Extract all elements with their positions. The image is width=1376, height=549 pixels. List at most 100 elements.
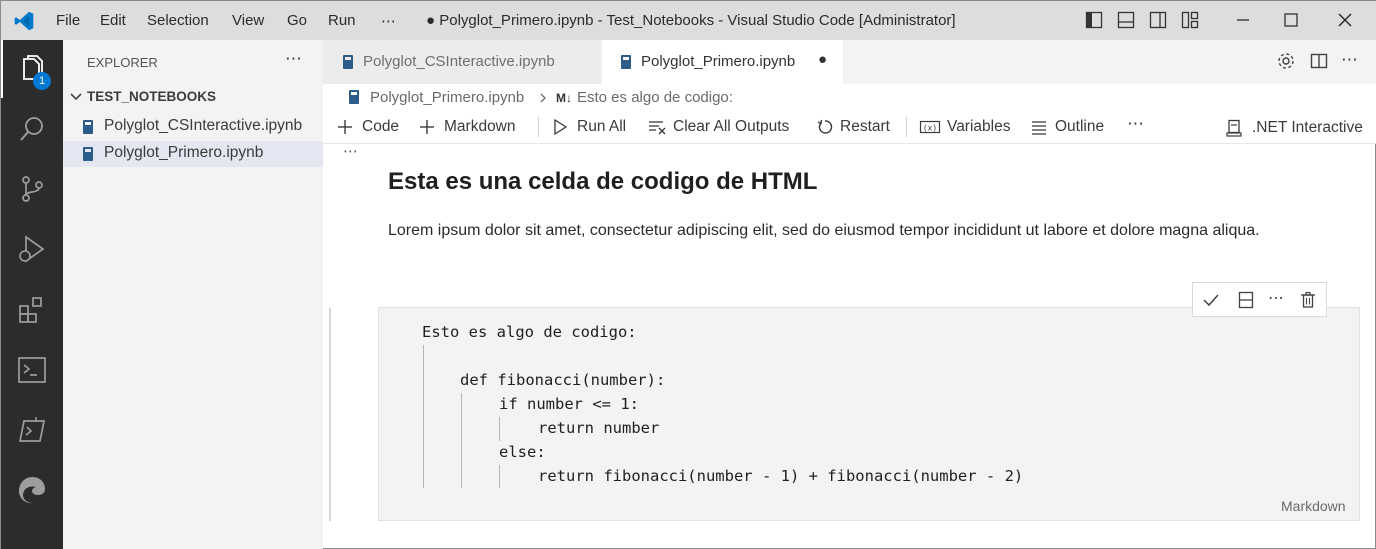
code-line: return fibonacci(number - 1) + fibonacci… xyxy=(538,467,1024,485)
plus-icon xyxy=(420,120,434,134)
check-icon[interactable] xyxy=(1201,290,1221,310)
outline-label: Outline xyxy=(1055,118,1105,135)
close-icon[interactable] xyxy=(1334,9,1356,31)
file-item-selected[interactable]: Polyglot_Primero.ipynb xyxy=(63,141,323,167)
explorer-more-button[interactable]: ⋯ xyxy=(285,49,302,69)
split-cell-icon[interactable] xyxy=(1236,290,1256,310)
restart-button[interactable]: Restart xyxy=(816,118,890,136)
source-control-icon[interactable] xyxy=(15,172,49,206)
title-bar: File Edit Selection View Go Run ⋯ ● Poly… xyxy=(1,1,1376,40)
modified-dot-icon[interactable]: ● xyxy=(818,51,827,68)
menu-selection[interactable]: Selection xyxy=(147,12,209,29)
markdown-icon: M↓ xyxy=(556,91,572,105)
activity-bar: 1 xyxy=(1,40,63,549)
svg-text:(x): (x) xyxy=(923,124,937,133)
plus-icon xyxy=(338,120,352,134)
explorer-sidebar: EXPLORER ⋯ TEST_NOTEBOOKS Polyglot_CSInt… xyxy=(63,40,323,549)
breadcrumb: Polyglot_Primero.ipynb M↓ Esto es algo d… xyxy=(323,84,1376,110)
indent-guide xyxy=(423,345,424,488)
settings-gear-icon[interactable] xyxy=(1276,51,1296,71)
tab-label: Polyglot_Primero.ipynb xyxy=(641,53,796,70)
folder-row[interactable]: TEST_NOTEBOOKS xyxy=(63,86,323,108)
toggle-panel-icon[interactable] xyxy=(1115,9,1137,31)
code-line: def fibonacci(number): xyxy=(460,371,666,389)
chevron-down-icon xyxy=(70,93,82,101)
file-item[interactable]: Polyglot_CSInteractive.ipynb xyxy=(63,114,323,140)
indent-guide xyxy=(461,393,462,488)
cell-language-indicator[interactable]: Markdown xyxy=(1281,498,1346,514)
add-markdown-cell-button[interactable]: Markdown xyxy=(418,118,516,136)
customize-layout-icon[interactable] xyxy=(1179,9,1201,31)
editor-more-actions[interactable]: ⋯ xyxy=(1341,50,1358,70)
clear-all-icon xyxy=(649,121,666,135)
notebook-file-icon xyxy=(83,147,93,161)
toolbar-more-button[interactable]: ⋯ xyxy=(1127,114,1144,134)
file-name: Polyglot_CSInteractive.ipynb xyxy=(104,117,303,134)
cell-paragraph: Lorem ipsum dolor sit amet, consectetur … xyxy=(388,222,1260,239)
menu-go[interactable]: Go xyxy=(287,12,307,29)
outline-button[interactable]: Outline xyxy=(1030,118,1104,136)
kernel-picker[interactable]: .NET Interactive xyxy=(1224,118,1363,138)
minimize-icon[interactable] xyxy=(1232,9,1254,31)
chevron-right-icon xyxy=(540,93,546,103)
file-name: Polyglot_Primero.ipynb xyxy=(104,144,264,161)
menu-run[interactable]: Run xyxy=(328,12,356,29)
cell-heading: Esta es una celda de codigo de HTML xyxy=(388,168,818,195)
code-line: return number xyxy=(538,419,660,437)
breadcrumb-section[interactable]: Esto es algo de codigo: xyxy=(577,89,733,106)
toggle-primary-sidebar-icon[interactable] xyxy=(1083,9,1105,31)
menu-file[interactable]: File xyxy=(56,12,80,29)
variables-label: Variables xyxy=(947,118,1011,135)
breadcrumb-file[interactable]: Polyglot_Primero.ipynb xyxy=(370,89,524,106)
menu-more[interactable]: ⋯ xyxy=(381,12,396,30)
notebook-file-icon xyxy=(83,120,93,134)
window-title: ● Polyglot_Primero.ipynb - Test_Notebook… xyxy=(426,12,956,29)
restart-icon xyxy=(817,119,833,134)
indent-guide xyxy=(499,417,500,441)
menu-edit[interactable]: Edit xyxy=(100,12,126,29)
remote-explorer-icon[interactable] xyxy=(15,413,49,447)
editor-tabs: Polyglot_CSInteractive.ipynb Polyglot_Pr… xyxy=(323,40,1376,84)
kernel-label: .NET Interactive xyxy=(1252,119,1363,136)
split-editor-icon[interactable] xyxy=(1309,51,1329,71)
run-debug-icon[interactable] xyxy=(15,232,49,266)
explorer-header: EXPLORER xyxy=(87,55,158,70)
run-all-icon xyxy=(554,118,568,136)
toolbar-divider xyxy=(906,117,907,137)
clear-all-label: Clear All Outputs xyxy=(673,118,790,135)
run-all-label: Run All xyxy=(577,118,627,135)
delete-trash-icon[interactable] xyxy=(1298,290,1318,310)
tab-polyglot-csinteractive[interactable]: Polyglot_CSInteractive.ipynb xyxy=(323,40,602,84)
outline-list-icon xyxy=(1032,121,1046,135)
notebook-file-icon xyxy=(349,90,359,104)
folder-name: TEST_NOTEBOOKS xyxy=(87,89,217,104)
variables-icon: (x) xyxy=(919,120,941,134)
indent-guide xyxy=(499,465,500,488)
cell-more-actions[interactable]: ⋯ xyxy=(1268,288,1284,308)
add-code-cell-button[interactable]: Code xyxy=(336,118,399,136)
menu-view[interactable]: View xyxy=(232,12,264,29)
code-label: Code xyxy=(362,118,400,135)
extensions-icon[interactable] xyxy=(15,293,49,327)
toggle-secondary-sidebar-icon[interactable] xyxy=(1147,9,1169,31)
explorer-badge: 1 xyxy=(33,72,51,90)
cell-toolbar: ⋯ xyxy=(1192,282,1327,317)
variables-button[interactable]: (x) Variables xyxy=(919,118,1010,136)
code-line: if number <= 1: xyxy=(499,395,639,413)
clear-all-outputs-button[interactable]: Clear All Outputs xyxy=(647,118,789,136)
search-icon[interactable] xyxy=(15,112,49,146)
tab-polyglot-primero[interactable]: Polyglot_Primero.ipynb ● xyxy=(602,40,843,84)
cell-more-button[interactable]: ⋯ xyxy=(343,142,358,160)
tab-label: Polyglot_CSInteractive.ipynb xyxy=(363,53,555,70)
terminal-icon[interactable] xyxy=(15,353,49,387)
notebook-file-icon xyxy=(343,55,353,69)
toolbar-divider xyxy=(538,117,539,137)
cell-focus-indicator xyxy=(329,308,331,521)
server-kernel-icon xyxy=(1226,119,1242,137)
run-all-button[interactable]: Run All xyxy=(551,118,626,136)
edge-devtools-icon[interactable] xyxy=(15,473,49,507)
notebook-file-icon xyxy=(621,55,631,69)
maximize-icon[interactable] xyxy=(1280,9,1302,31)
markdown-label: Markdown xyxy=(444,118,516,135)
code-line: Esto es algo de codigo: xyxy=(422,323,637,341)
